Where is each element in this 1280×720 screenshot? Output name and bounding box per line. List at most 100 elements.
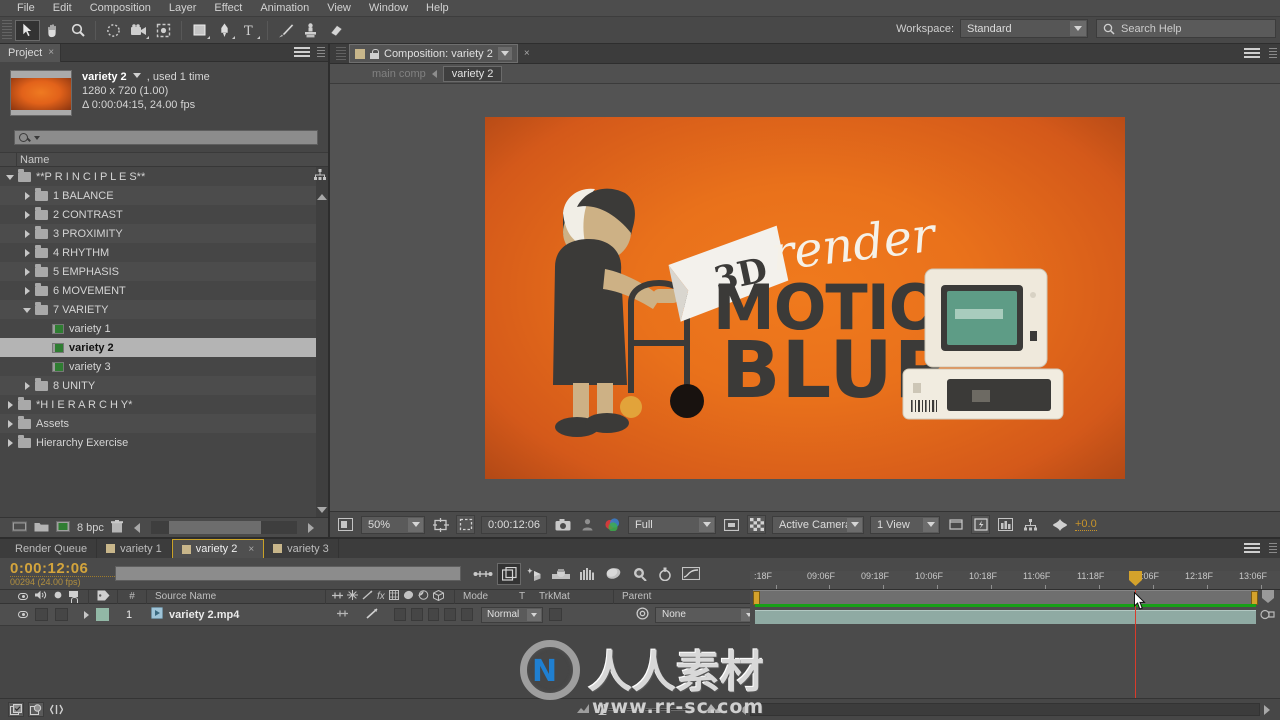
project-settings-icon[interactable] — [56, 520, 70, 535]
eraser-tool[interactable] — [323, 20, 348, 41]
project-tree-item[interactable]: variety 2 — [0, 338, 328, 357]
column-header-num[interactable]: # — [118, 591, 146, 602]
chevron-down-icon[interactable] — [699, 517, 714, 532]
breadcrumb-parent[interactable]: main comp — [372, 68, 426, 80]
region-of-interest-icon[interactable] — [431, 515, 450, 534]
disclosure-triangle-icon[interactable] — [23, 229, 33, 239]
delete-icon[interactable] — [110, 519, 123, 536]
layer-preserve-transparency-toggle[interactable] — [549, 608, 562, 621]
column-header-parent[interactable]: Parent — [622, 591, 651, 602]
menu-item-file[interactable]: File — [8, 0, 44, 17]
project-hscrollbar[interactable] — [150, 521, 297, 534]
layer-visibility-toggle[interactable] — [18, 611, 28, 618]
column-header-trkmat[interactable]: TrkMat — [539, 591, 613, 602]
chevron-down-icon[interactable] — [527, 608, 541, 621]
scroll-up-icon[interactable] — [316, 191, 327, 202]
zoom-tool[interactable] — [65, 20, 90, 41]
timeline-tab-variety-2[interactable]: variety 2 × — [171, 539, 265, 558]
layer-3d-switch[interactable] — [461, 608, 473, 621]
layer-shy-switch[interactable] — [337, 609, 348, 621]
work-area-bar[interactable] — [753, 590, 1258, 605]
project-tree-item[interactable]: 7 VARIETY — [0, 300, 328, 319]
timeline-search-input[interactable] — [115, 566, 461, 581]
magnification-select[interactable]: 50% — [361, 515, 425, 534]
toggle-mask-paths-icon[interactable] — [456, 515, 475, 534]
project-column-header[interactable]: Name — [0, 152, 328, 167]
layer-quality-switch[interactable] — [365, 607, 379, 623]
lock-icon[interactable] — [370, 48, 379, 59]
disclosure-triangle-icon[interactable] — [6, 172, 16, 182]
menu-item-animation[interactable]: Animation — [251, 0, 318, 17]
scroll-down-icon[interactable] — [316, 504, 327, 515]
composition-viewer[interactable]: 3D render MOTION BLUR — [330, 84, 1280, 511]
project-search-input[interactable] — [14, 130, 318, 145]
view-layout-select[interactable]: 1 View — [870, 515, 940, 534]
workspace-select[interactable]: Standard — [960, 19, 1088, 38]
always-preview-icon[interactable] — [336, 515, 355, 534]
pan-behind-tool[interactable] — [151, 20, 176, 41]
draft-3d-icon[interactable] — [497, 562, 521, 585]
chevron-down-icon[interactable] — [408, 517, 423, 532]
project-tree-item[interactable]: 5 EMPHASIS — [0, 262, 328, 281]
layer-adjustment-switch[interactable] — [444, 608, 457, 621]
pixel-aspect-correction-icon[interactable] — [946, 515, 965, 534]
graph-toggle-icon[interactable] — [471, 563, 495, 585]
project-tree-item[interactable]: 3 PROXIMITY — [0, 224, 328, 243]
project-scrollbar[interactable] — [316, 167, 328, 517]
hide-shy-layers-icon[interactable] — [523, 563, 547, 585]
chevron-down-icon[interactable] — [1070, 21, 1086, 36]
scroll-right-icon[interactable] — [1264, 704, 1270, 715]
selection-tool[interactable] — [15, 19, 40, 41]
panel-menu-icon[interactable] — [294, 47, 310, 59]
close-icon[interactable]: × — [248, 544, 254, 555]
comp-marker-icon[interactable] — [1260, 590, 1278, 604]
show-snapshot-icon[interactable] — [578, 515, 597, 534]
search-help-input[interactable]: Search Help — [1096, 19, 1276, 38]
toggle-switches-modes-icon[interactable] — [8, 702, 24, 717]
scroll-left-icon[interactable] — [740, 704, 746, 715]
work-area-start-handle[interactable] — [753, 591, 760, 605]
project-tree-item[interactable]: 8 UNITY — [0, 376, 328, 395]
timeline-zoom-in-icon[interactable] — [704, 702, 724, 717]
timeline-zoom-slider[interactable] — [598, 703, 694, 716]
disclosure-triangle-icon[interactable] — [23, 286, 33, 296]
clone-stamp-tool[interactable] — [298, 20, 323, 41]
column-header-mode[interactable]: Mode — [463, 591, 519, 602]
layer-motion-blur-switch[interactable] — [427, 608, 440, 621]
scroll-right-icon[interactable] — [308, 522, 314, 533]
timeline-zoom-out-icon[interactable] — [576, 702, 590, 717]
close-icon[interactable]: × — [524, 48, 530, 59]
timeline-tab-render-queue[interactable]: Render Queue — [6, 539, 98, 558]
menu-item-composition[interactable]: Composition — [81, 0, 160, 17]
scroll-left-icon[interactable] — [133, 522, 140, 533]
camera-view-select[interactable]: Active Camera — [772, 515, 864, 534]
hand-tool[interactable] — [40, 20, 65, 41]
timeline-current-time[interactable]: 0:00:12:06 00294 (24.00 fps) — [0, 561, 115, 587]
layer-duration-bar[interactable] — [755, 610, 1256, 624]
project-tree-item[interactable]: 2 CONTRAST — [0, 205, 328, 224]
project-tree-item[interactable]: Hierarchy Exercise — [0, 433, 328, 452]
comp-flowchart-icon[interactable] — [1021, 515, 1040, 534]
panel-grip[interactable] — [1269, 48, 1277, 60]
comp-timecode[interactable]: 0:00:12:06 — [481, 515, 547, 534]
camera-tool[interactable] — [126, 20, 151, 41]
menu-item-view[interactable]: View — [318, 0, 360, 17]
disclosure-triangle-icon[interactable] — [6, 400, 16, 410]
layer-solo-toggle[interactable] — [55, 608, 68, 621]
bit-depth-label[interactable]: 8 bpc — [77, 522, 104, 534]
timeline-tab-variety-3[interactable]: variety 3 — [264, 539, 339, 558]
layer-expand-triangle[interactable] — [82, 610, 92, 620]
project-tree-item[interactable]: variety 1 — [0, 319, 328, 338]
project-tree-item[interactable]: 4 RHYTHM — [0, 243, 328, 262]
layer-audio-toggle[interactable] — [35, 608, 48, 621]
panel-menu-icon[interactable] — [1244, 48, 1260, 60]
disclosure-triangle-icon[interactable] — [6, 438, 16, 448]
disclosure-triangle-icon[interactable] — [23, 267, 33, 277]
chevron-down-icon[interactable] — [132, 73, 141, 78]
tab-project[interactable]: Project × — [0, 43, 62, 62]
disclosure-triangle-icon[interactable] — [6, 419, 16, 429]
layer-parent-pickwhip[interactable] — [636, 606, 649, 623]
close-icon[interactable]: × — [48, 47, 54, 58]
region-of-interest-toggle-icon[interactable] — [722, 515, 741, 534]
brush-tool[interactable] — [273, 20, 298, 41]
